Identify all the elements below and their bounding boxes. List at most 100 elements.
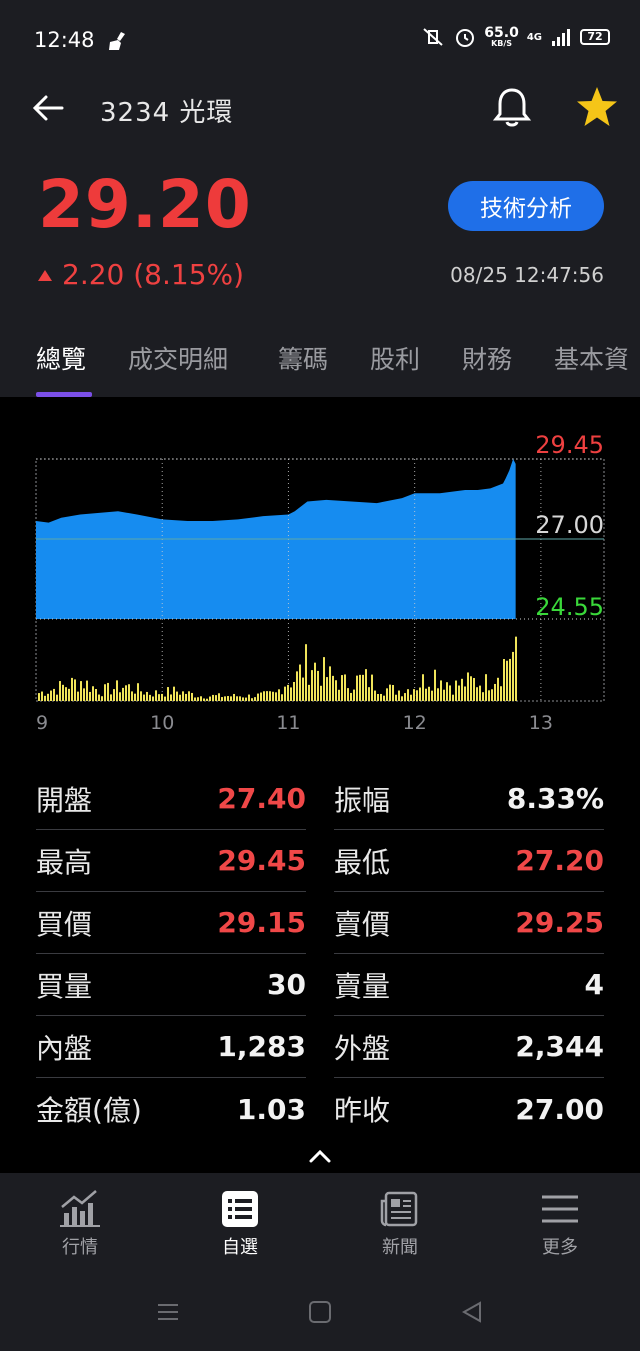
volume-bar <box>197 697 199 701</box>
volume-bar <box>89 691 91 701</box>
nav-more[interactable]: 更多 <box>520 1189 600 1259</box>
volume-bar <box>170 694 172 701</box>
volume-bar <box>272 691 274 701</box>
volume-bar <box>104 684 106 701</box>
volume-bar <box>92 686 94 701</box>
price-change-value: 2.20 (8.15%) <box>62 258 245 291</box>
nav-market[interactable]: 行情 <box>40 1189 120 1259</box>
volume-bar <box>116 680 118 701</box>
volume-bar <box>509 658 511 701</box>
bell-icon[interactable] <box>490 86 534 130</box>
volume-bar <box>455 680 457 701</box>
stat-value: 8.33% <box>506 782 604 815</box>
stat-cell: 最高 29.45 <box>36 830 306 892</box>
volume-bar <box>74 679 76 701</box>
volume-bar <box>167 687 169 701</box>
volume-bar <box>275 692 277 701</box>
volume-bar <box>389 684 391 701</box>
stat-cell: 外盤 2,344 <box>334 1016 604 1078</box>
volume-bar <box>413 689 415 701</box>
volume-bar <box>41 691 43 701</box>
volume-bar <box>380 693 382 701</box>
volume-bar <box>428 686 430 701</box>
tab-trade-details[interactable]: 成交明細 <box>128 340 228 376</box>
volume-bar <box>299 664 301 701</box>
volume-bar <box>506 660 508 701</box>
stat-value: 1.03 <box>236 1092 306 1126</box>
volume-bar <box>119 692 121 701</box>
volume-bar <box>332 675 334 701</box>
volume-bar <box>200 696 202 701</box>
x-tick-label: 9 <box>36 712 48 734</box>
volume-bar <box>503 659 505 701</box>
volume-bar <box>191 692 193 701</box>
nav-news-label: 新聞 <box>382 1237 418 1258</box>
volume-bar <box>77 691 79 701</box>
volume-bar <box>515 636 517 701</box>
stat-value: 30 <box>267 968 306 1001</box>
volume-bar <box>134 693 136 701</box>
volume-bar <box>467 672 469 701</box>
volume-bar <box>431 690 433 701</box>
stat-cell: 買價 29.15 <box>36 892 306 954</box>
intraday-chart[interactable]: 29.45 27.00 24.55 9 10 11 12 13 <box>0 397 640 757</box>
volume-bar <box>344 674 346 701</box>
stat-label: 最高 <box>36 845 93 879</box>
stat-cell: 賣價 29.25 <box>334 892 604 954</box>
stat-cell: 昨收 27.00 <box>334 1078 604 1140</box>
volume-bar <box>83 688 85 701</box>
home-icon[interactable] <box>308 1301 332 1323</box>
volume-bar <box>362 674 364 701</box>
app-header: 3234 光環 <box>0 80 640 136</box>
volume-bar <box>221 697 223 701</box>
stat-label: 開盤 <box>36 783 93 817</box>
tab-chips[interactable]: 籌碼 <box>278 340 328 376</box>
volume-bar <box>326 677 328 701</box>
y-label-low: 24.55 <box>535 593 604 621</box>
price-change: 2.20 (8.15%) <box>38 258 244 291</box>
nav-news[interactable]: 新聞 <box>360 1189 440 1259</box>
back-arrow-icon[interactable] <box>30 90 70 126</box>
volume-bar <box>350 692 352 701</box>
tab-basic-info[interactable]: 基本資 <box>554 340 629 376</box>
star-icon[interactable] <box>574 84 620 130</box>
volume-bar <box>215 695 217 701</box>
volume-bar <box>137 683 139 701</box>
volume-bar <box>68 688 70 701</box>
chevron-up-icon[interactable] <box>305 1146 335 1166</box>
up-triangle-icon <box>38 270 52 281</box>
volume-bar <box>65 687 67 701</box>
volume-bar <box>473 678 475 701</box>
tab-overview[interactable]: 總覽 <box>36 340 86 376</box>
volume-bar <box>284 686 286 701</box>
volume-bar <box>263 691 265 701</box>
nav-watchlist[interactable]: 自選 <box>200 1189 280 1259</box>
volume-bar <box>122 687 124 701</box>
back-triangle-icon[interactable] <box>460 1301 484 1323</box>
volume-bar <box>257 693 259 701</box>
volume-bar <box>251 698 253 701</box>
technical-analysis-button[interactable]: 技術分析 <box>448 181 604 231</box>
volume-bar <box>38 693 40 701</box>
battery-icon: 72 <box>580 29 610 45</box>
volume-bar <box>317 670 319 701</box>
volume-bar <box>50 690 52 701</box>
volume-bar <box>392 685 394 701</box>
x-tick-label: 11 <box>276 712 300 734</box>
volume-bar <box>245 697 247 701</box>
stat-label: 內盤 <box>36 1031 93 1065</box>
tab-dividend[interactable]: 股利 <box>370 340 420 376</box>
x-tick-label: 13 <box>529 712 553 734</box>
bottom-nav: 行情 自選 新聞 更多 <box>0 1173 640 1273</box>
recent-apps-icon[interactable] <box>156 1301 180 1323</box>
list-icon <box>222 1191 258 1227</box>
tab-finance[interactable]: 財務 <box>462 340 512 376</box>
volume-bar <box>236 696 238 701</box>
status-icons: 65.0 KB/S 4G 72 <box>420 26 610 48</box>
volume-bar <box>500 686 502 701</box>
volume-bar <box>161 693 163 701</box>
volume-bar <box>383 695 385 701</box>
network-type: 4G <box>526 31 542 43</box>
volume-bar <box>323 657 325 701</box>
nav-watchlist-label: 自選 <box>222 1237 258 1258</box>
